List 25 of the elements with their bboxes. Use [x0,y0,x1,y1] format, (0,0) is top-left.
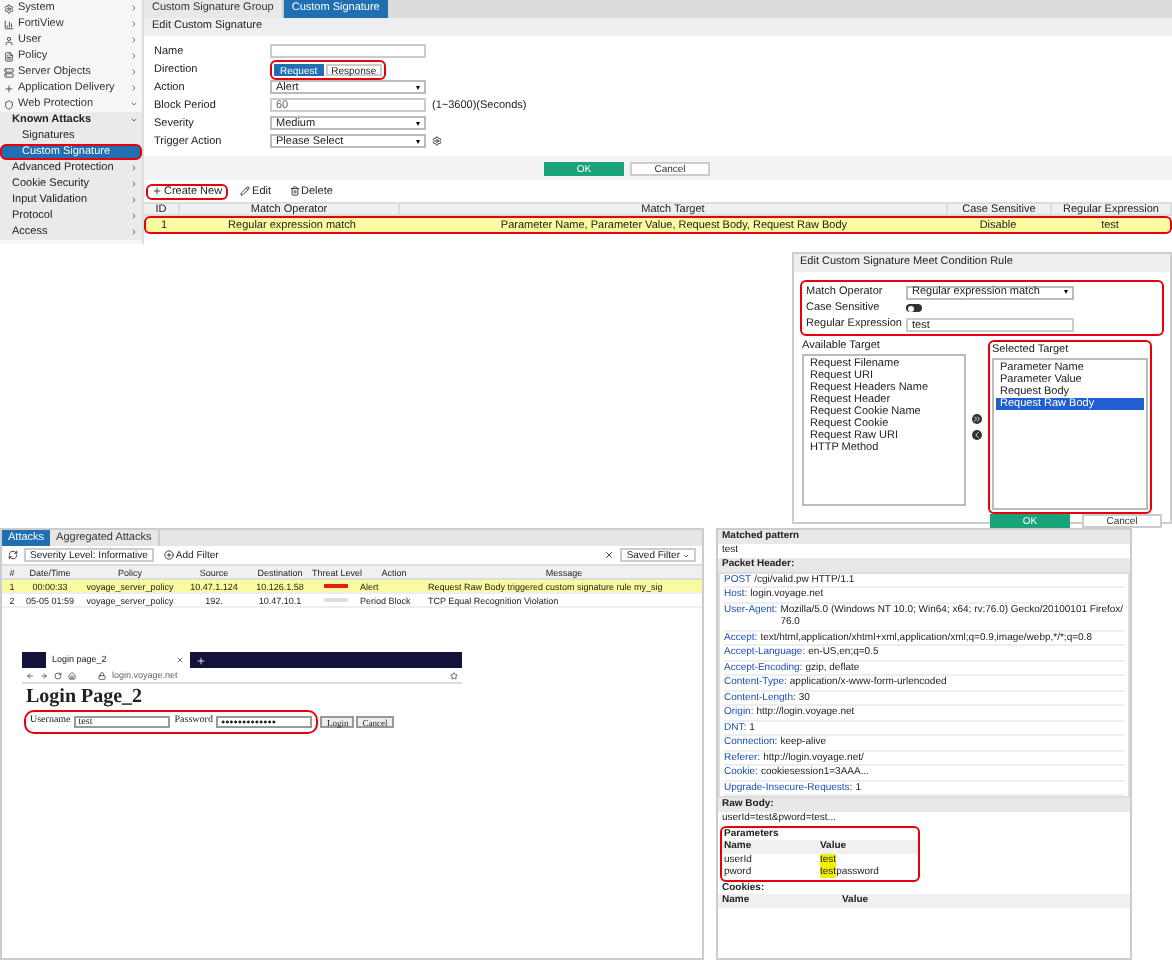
nav-icon [4,3,14,13]
trash-icon [289,186,300,196]
reload-icon [54,671,62,679]
new-tab-icon [196,655,206,665]
settings-icon[interactable] [432,136,442,146]
refresh-icon[interactable] [8,550,18,560]
nav-icon [4,83,14,93]
plus-circle-icon [163,550,174,560]
back-icon [26,671,34,679]
nav-icon [4,51,14,61]
nav-icon [4,19,14,29]
page-heading: Login Page_2 [24,684,145,712]
move-left-icon[interactable] [972,430,982,440]
nav-icon [4,99,14,109]
toggle-switch[interactable] [906,304,922,312]
bookmark-icon [450,671,458,679]
forward-icon [40,671,48,679]
move-right-icon[interactable] [972,414,982,424]
pencil-icon [240,186,251,196]
lock-icon [98,671,106,679]
plus-icon [152,186,162,196]
nav-icon [4,67,14,77]
nav-icon [4,35,14,45]
name-field[interactable] [270,44,426,58]
home-icon [68,671,76,679]
